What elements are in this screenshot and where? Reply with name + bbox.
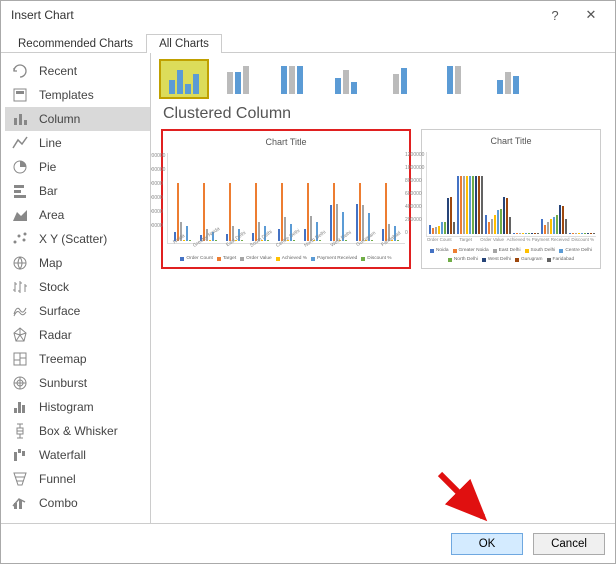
sidebar-item-scatter[interactable]: X Y (Scatter) — [5, 227, 150, 251]
sidebar-item-label: Area — [39, 208, 64, 222]
sidebar-item-label: Waterfall — [39, 448, 86, 462]
templates-icon — [11, 86, 29, 104]
map-icon — [11, 254, 29, 272]
preview-2[interactable]: Chart Title 1200000100000080000060000040… — [421, 129, 601, 269]
subtype-3d-column[interactable] — [485, 61, 531, 97]
sidebar-item-templates[interactable]: Templates — [5, 83, 150, 107]
chart-type-sidebar: Recent Templates Column Line Pie Bar Area X Y (… — [1, 53, 151, 523]
sidebar-item-label: Sunburst — [39, 376, 87, 390]
sidebar-item-funnel[interactable]: Funnel — [5, 467, 150, 491]
sidebar-item-label: Line — [39, 136, 62, 150]
sidebar-item-label: Treemap — [39, 352, 87, 366]
insert-chart-dialog: Insert Chart ? ✕ Recommended Charts All … — [0, 0, 616, 564]
bar-icon — [11, 182, 29, 200]
histogram-icon — [11, 398, 29, 416]
sidebar-item-label: Histogram — [39, 400, 94, 414]
preview-1-title: Chart Title — [167, 137, 405, 147]
sidebar-item-recent[interactable]: Recent — [5, 59, 150, 83]
preview-2-title: Chart Title — [426, 136, 596, 146]
recent-icon — [11, 62, 29, 80]
sidebar-item-radar[interactable]: Radar — [5, 323, 150, 347]
sidebar-item-label: Combo — [39, 496, 78, 510]
sidebar-item-label: Recent — [39, 64, 77, 78]
sidebar-item-label: Stock — [39, 280, 69, 294]
sidebar-item-label: X Y (Scatter) — [39, 232, 107, 246]
sidebar-item-label: Map — [39, 256, 62, 270]
subtype-100-stacked-column[interactable] — [269, 61, 315, 97]
tab-all-charts[interactable]: All Charts — [146, 34, 222, 53]
sidebar-item-box[interactable]: Box & Whisker — [5, 419, 150, 443]
dialog-title: Insert Chart — [11, 8, 537, 22]
sidebar-item-line[interactable]: Line — [5, 131, 150, 155]
column-icon — [11, 110, 29, 128]
subtype-3d-100-stacked-column[interactable] — [431, 61, 477, 97]
scatter-icon — [11, 230, 29, 248]
combo-icon — [11, 494, 29, 512]
area-icon — [11, 206, 29, 224]
preview-1-legend: Order CountTargetOrder ValueAchieved %Pa… — [167, 256, 405, 261]
close-button[interactable]: ✕ — [573, 4, 609, 26]
pie-icon — [11, 158, 29, 176]
preview-2-xlabels: Order CountTargetOrder ValueAchieved %Pa… — [426, 237, 596, 242]
sunburst-icon — [11, 374, 29, 392]
preview-2-legend: NoidaGreater NoidaEast DelhiSouth DelhiC… — [426, 248, 596, 262]
close-icon: ✕ — [586, 7, 597, 23]
dialog-footer: OK Cancel — [1, 523, 615, 563]
subtype-stacked-column[interactable] — [215, 61, 261, 97]
subtype-3d-clustered-column[interactable] — [323, 61, 369, 97]
preview-2-plot: 120000010000008000006000004000002000000 — [426, 152, 596, 237]
sidebar-item-pie[interactable]: Pie — [5, 155, 150, 179]
sidebar-item-label: Column — [39, 112, 80, 126]
sidebar-item-label: Pie — [39, 160, 56, 174]
sidebar-item-stock[interactable]: Stock — [5, 275, 150, 299]
sidebar-item-label: Templates — [39, 88, 94, 102]
sidebar-item-label: Funnel — [39, 472, 76, 486]
subtype-clustered-column[interactable] — [161, 61, 207, 97]
ok-button[interactable]: OK — [451, 533, 523, 555]
subtype-name: Clustered Column — [163, 105, 605, 123]
sidebar-item-map[interactable]: Map — [5, 251, 150, 275]
sidebar-item-label: Box & Whisker — [39, 424, 118, 438]
sidebar-item-combo[interactable]: Combo — [5, 491, 150, 515]
preview-1[interactable]: Chart Title 1200000100000080000060000040… — [161, 129, 411, 269]
subtype-3d-stacked-column[interactable] — [377, 61, 423, 97]
surface-icon — [11, 302, 29, 320]
funnel-icon — [11, 470, 29, 488]
subtype-row — [161, 61, 605, 97]
radar-icon — [11, 326, 29, 344]
sidebar-item-waterfall[interactable]: Waterfall — [5, 443, 150, 467]
sidebar-item-area[interactable]: Area — [5, 203, 150, 227]
waterfall-icon — [11, 446, 29, 464]
sidebar-item-histogram[interactable]: Histogram — [5, 395, 150, 419]
sidebar-item-label: Bar — [39, 184, 58, 198]
preview-1-plot: 120000010000008000006000004000002000000 — [167, 153, 405, 244]
sidebar-item-treemap[interactable]: Treemap — [5, 347, 150, 371]
cancel-button[interactable]: Cancel — [533, 533, 605, 555]
help-button[interactable]: ? — [537, 4, 573, 26]
sidebar-item-label: Radar — [39, 328, 72, 342]
sidebar-item-bar[interactable]: Bar — [5, 179, 150, 203]
tab-strip: Recommended Charts All Charts — [1, 29, 615, 53]
tab-recommended[interactable]: Recommended Charts — [5, 34, 146, 53]
box-icon — [11, 422, 29, 440]
sidebar-item-column[interactable]: Column — [5, 107, 150, 131]
sidebar-item-sunburst[interactable]: Sunburst — [5, 371, 150, 395]
sidebar-item-surface[interactable]: Surface — [5, 299, 150, 323]
line-icon — [11, 134, 29, 152]
preview-row: Chart Title 1200000100000080000060000040… — [161, 129, 605, 269]
sidebar-item-label: Surface — [39, 304, 80, 318]
stock-icon — [11, 278, 29, 296]
titlebar: Insert Chart ? ✕ — [1, 1, 615, 29]
preview-1-xlabels: NoidaGreater NoidaEast DelhiSouth DelhiC… — [167, 244, 405, 250]
main-panel: Clustered Column Chart Title 12000001000… — [151, 53, 615, 523]
treemap-icon — [11, 350, 29, 368]
